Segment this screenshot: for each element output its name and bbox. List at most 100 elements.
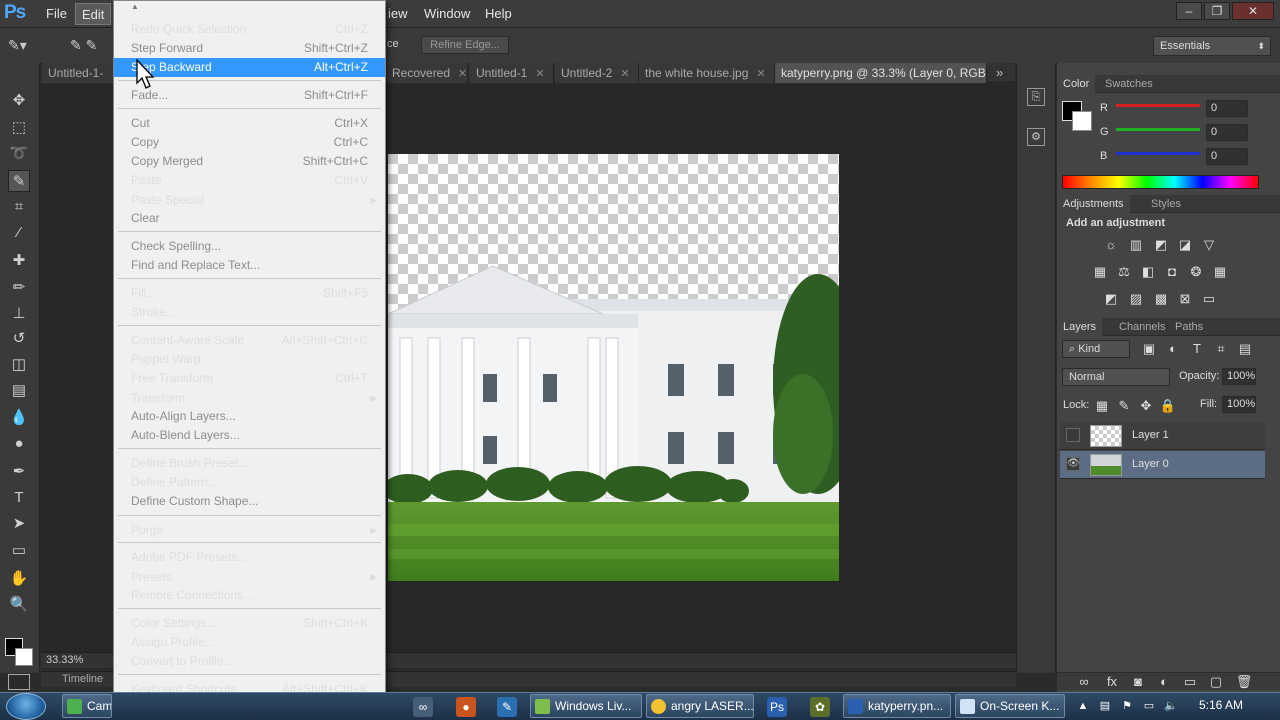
- posterize-icon[interactable]: ▨: [1127, 292, 1145, 306]
- lasso-tool-icon[interactable]: ➰: [8, 143, 30, 165]
- crop-tool-icon[interactable]: ⌗: [8, 196, 30, 218]
- taskbar-windows-live[interactable]: Windows Liv...: [530, 694, 642, 718]
- tab-overflow-icon[interactable]: »: [996, 65, 1003, 80]
- restore-button[interactable]: ❐: [1204, 2, 1230, 20]
- visibility-toggle[interactable]: [1066, 428, 1080, 442]
- menu-item-clear[interactable]: Clear: [114, 209, 385, 228]
- tab-katyperry[interactable]: katyperry.png @ 33.3% (Layer 0, RGB: [775, 63, 987, 83]
- path-selection-tool-icon[interactable]: ➤: [8, 513, 30, 535]
- taskbar-chrome[interactable]: angry LASER...: [646, 694, 754, 718]
- layer-filter-kind[interactable]: ⌕ Kind: [1062, 340, 1130, 358]
- workspace-switcher[interactable]: Essentials ⬍: [1153, 36, 1271, 56]
- tab-adjustments[interactable]: Adjustments: [1057, 195, 1130, 213]
- tray-display-icon[interactable]: ▭: [1142, 699, 1156, 713]
- layer-row-layer-1[interactable]: Layer 1: [1060, 422, 1265, 450]
- menu-item-auto-blend-layers[interactable]: Auto-Blend Layers...: [114, 426, 385, 445]
- tab-swatches[interactable]: Swatches: [1099, 75, 1159, 93]
- black-white-icon[interactable]: ◧: [1139, 265, 1157, 279]
- tab-recovered[interactable]: Recovered ✕: [386, 63, 468, 83]
- zoom-level[interactable]: 33.33%: [46, 654, 83, 666]
- menu-item-define-brush-preset[interactable]: Define Brush Preset...: [114, 454, 385, 473]
- photoshop-taskbar-icon[interactable]: Ps: [767, 697, 787, 717]
- menu-item-step-forward[interactable]: Step Forward Shift+Ctrl+Z: [114, 39, 385, 58]
- menu-item-assign-profile[interactable]: Assign Profile...: [114, 633, 385, 652]
- channel-value-input[interactable]: 0: [1206, 148, 1248, 165]
- menu-item-remote-connections[interactable]: Remote Connections...: [114, 586, 385, 605]
- channel-mixer-icon[interactable]: ❂: [1187, 265, 1205, 279]
- quick-selection-tool-icon[interactable]: ✎: [8, 170, 30, 192]
- layer-row-layer-0[interactable]: 👁 Layer 0: [1060, 451, 1265, 479]
- menu-file[interactable]: File: [40, 6, 73, 21]
- menu-view[interactable]: iew: [382, 6, 414, 21]
- refine-edge-button[interactable]: Refine Edge...: [421, 36, 509, 54]
- delete-layer-icon[interactable]: 🗑: [1235, 675, 1253, 689]
- menu-item-puppet-warp[interactable]: Puppet Warp: [114, 350, 385, 369]
- menu-item-cut[interactable]: Cut Ctrl+X: [114, 114, 385, 133]
- menu-item-purge[interactable]: Purge ▶: [114, 521, 385, 540]
- minimize-button[interactable]: –: [1176, 2, 1202, 20]
- tray-action-center-icon[interactable]: ⚑: [1120, 699, 1134, 713]
- tab-layers[interactable]: Layers: [1057, 318, 1103, 336]
- color-lookup-icon[interactable]: ▦: [1211, 265, 1229, 279]
- menu-item-check-spelling[interactable]: Check Spelling...: [114, 237, 385, 256]
- tool-preset-picker[interactable]: ✎▾: [8, 37, 44, 55]
- close-button[interactable]: ✕: [1232, 2, 1274, 20]
- taskbar-pin-icon[interactable]: ∞: [413, 697, 433, 717]
- healing-brush-tool-icon[interactable]: ✚: [8, 250, 30, 272]
- history-brush-tool-icon[interactable]: ↺: [8, 328, 30, 350]
- menu-item-paste-special[interactable]: Paste Special ▶: [114, 191, 385, 210]
- fill-input[interactable]: 100%: [1222, 396, 1256, 413]
- tab-styles[interactable]: Styles: [1145, 195, 1187, 213]
- channel-slider[interactable]: [1116, 128, 1200, 131]
- menu-item-copy-merged[interactable]: Copy Merged Shift+Ctrl+C: [114, 152, 385, 171]
- lock-position-icon[interactable]: ✥: [1137, 399, 1155, 413]
- tab-the-white-house[interactable]: the white house.jpg ✕: [639, 63, 775, 83]
- menu-item-presets[interactable]: Presets ▶: [114, 568, 385, 587]
- tray-expand-icon[interactable]: ▲: [1076, 699, 1090, 713]
- tab-untitled-1-r[interactable]: Untitled-1-R: [42, 63, 114, 100]
- close-icon[interactable]: ✕: [756, 68, 765, 80]
- taskbar-on-screen-keyboard[interactable]: On-Screen K...: [955, 694, 1065, 718]
- tool-quicklaunch-icon[interactable]: ✿: [810, 697, 830, 717]
- menu-item-adobe-pdf-presets[interactable]: Adobe PDF Presets...: [114, 548, 385, 567]
- menu-item-find-and-replace-text[interactable]: Find and Replace Text...: [114, 256, 385, 275]
- menu-help[interactable]: Help: [479, 6, 518, 21]
- layer-style-icon[interactable]: fx: [1103, 675, 1121, 689]
- tab-channels[interactable]: Channels: [1113, 318, 1171, 336]
- new-adjustment-icon[interactable]: ◐: [1155, 675, 1173, 689]
- eye-icon[interactable]: 👁: [1066, 457, 1080, 471]
- menu-item-define-pattern[interactable]: Define Pattern...: [114, 473, 385, 492]
- brightness-contrast-icon[interactable]: ☼: [1102, 238, 1120, 252]
- tab-paths[interactable]: Paths: [1169, 318, 1209, 336]
- taskbar-clock[interactable]: 5:16 AM: [1199, 698, 1243, 712]
- channel-slider[interactable]: [1116, 104, 1200, 107]
- type-tool-icon[interactable]: T: [8, 487, 30, 509]
- add-mask-icon[interactable]: ◙: [1129, 675, 1147, 689]
- menu-item-auto-align-layers[interactable]: Auto-Align Layers...: [114, 407, 385, 426]
- selection-mode-icon[interactable]: ✎ ✎: [70, 37, 110, 55]
- link-layers-icon[interactable]: ∞: [1075, 675, 1093, 689]
- photo-filter-icon[interactable]: ◘: [1163, 265, 1181, 279]
- close-icon[interactable]: ✕: [535, 68, 544, 80]
- filter-adjustment-icon[interactable]: ◐: [1164, 342, 1182, 356]
- hand-tool-icon[interactable]: ✋: [8, 568, 30, 590]
- gradient-tool-icon[interactable]: ▤: [8, 380, 30, 402]
- menu-item-color-settings[interactable]: Color Settings... Shift+Ctrl+K: [114, 614, 385, 633]
- menu-item-transform[interactable]: Transform ▶: [114, 389, 385, 408]
- tray-sound-icon[interactable]: 🔈: [1164, 699, 1178, 713]
- tray-network-icon[interactable]: ▤: [1098, 699, 1112, 713]
- color-balance-icon[interactable]: ⚖: [1115, 265, 1133, 279]
- tab-untitled-2[interactable]: Untitled-2 ✕: [555, 63, 639, 83]
- lock-image-icon[interactable]: ✎: [1115, 399, 1133, 413]
- vibrance-icon[interactable]: ▽: [1200, 238, 1218, 252]
- eraser-tool-icon[interactable]: ◫: [8, 354, 30, 376]
- channel-slider[interactable]: [1116, 152, 1200, 155]
- menu-window[interactable]: Window: [418, 6, 476, 21]
- menu-item-copy[interactable]: Copy Ctrl+C: [114, 133, 385, 152]
- filter-type-icon[interactable]: T: [1188, 342, 1206, 356]
- menu-item-paste[interactable]: Paste Ctrl+V: [114, 171, 385, 190]
- channel-value-input[interactable]: 0: [1206, 100, 1248, 117]
- dodge-tool-icon[interactable]: ●: [8, 433, 30, 455]
- gradient-map-icon[interactable]: ▭: [1200, 292, 1218, 306]
- exposure-icon[interactable]: ◪: [1176, 238, 1194, 252]
